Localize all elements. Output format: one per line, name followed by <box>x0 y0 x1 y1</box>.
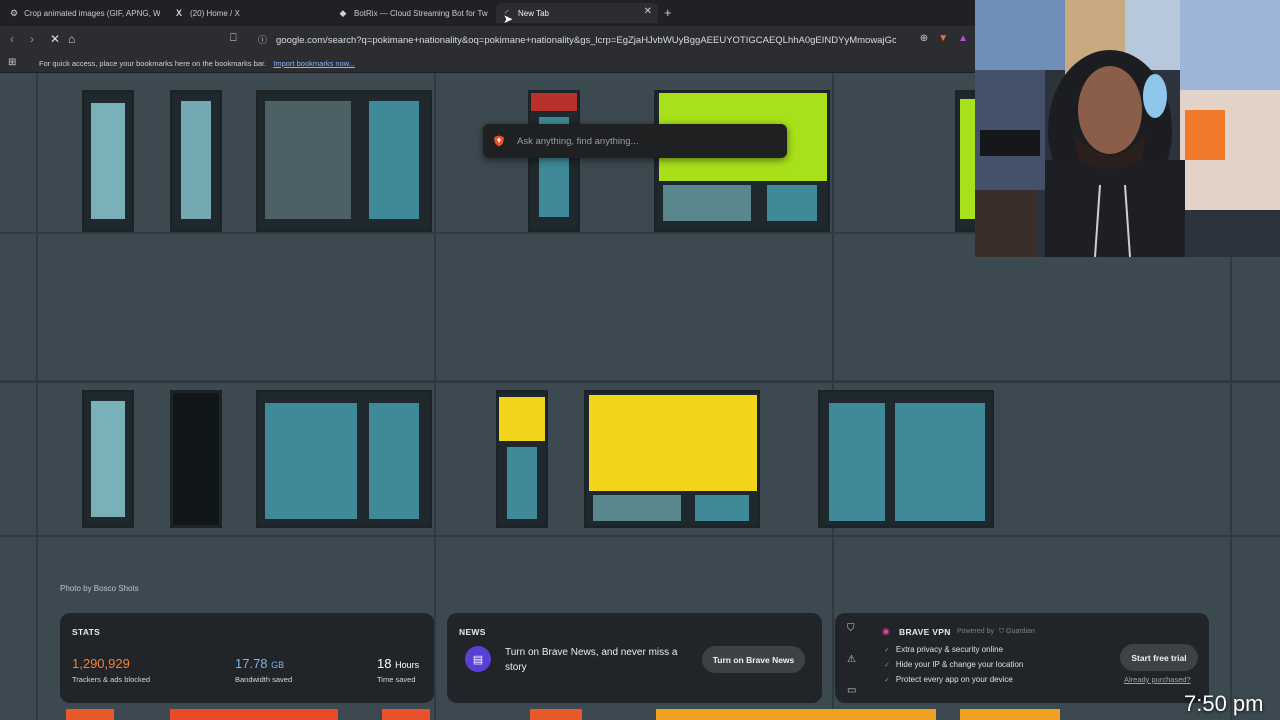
new-tab-button[interactable]: + <box>664 5 672 20</box>
news-icon: ▤ <box>465 646 491 672</box>
time-unit: Hours <box>395 660 420 670</box>
bookmarks-bar: ⊞ For quick access, place your bookmarks… <box>0 54 975 73</box>
home-icon[interactable]: ⌂ <box>68 32 75 46</box>
news-title: NEWS <box>459 627 486 637</box>
brave-shields-icon[interactable]: ▼ <box>938 33 948 44</box>
webcam-feed <box>975 0 1280 257</box>
bandwidth-value: 17.78 <box>235 656 268 671</box>
already-purchased-link[interactable]: Already purchased? <box>1124 675 1191 684</box>
zoom-icon[interactable]: ⊕ <box>920 33 928 44</box>
stop-icon[interactable]: ✕ <box>50 32 60 46</box>
check-icon: ✓ <box>884 647 890 654</box>
vpn-feature-label: Protect every app on your device <box>895 675 1013 684</box>
vpn-feature-label: Extra privacy & security online <box>895 645 1004 654</box>
screen-icon[interactable]: ▭ <box>847 685 856 696</box>
tab-title: Crop animated images (GIF, APNG, W <box>24 8 160 18</box>
check-icon: ✓ <box>884 662 890 669</box>
time-label: Time saved <box>377 675 416 684</box>
stats-title: STATS <box>72 627 101 637</box>
brave-logo-icon <box>494 135 504 147</box>
back-icon[interactable]: ‹ <box>10 32 14 46</box>
close-tab-icon[interactable]: ✕ <box>644 6 652 17</box>
photo-bottom-strip <box>530 709 582 720</box>
bandwidth-label: Bandwidth saved <box>235 675 293 684</box>
stream-clock: 7:50 pm <box>1184 691 1264 716</box>
photo-bottom-strip <box>382 709 430 720</box>
webcam-overlay <box>975 0 1280 257</box>
photo-bottom-strip <box>66 709 114 720</box>
tab-title: New Tab <box>518 8 549 18</box>
brave-rewards-icon[interactable]: ▲ <box>958 33 968 44</box>
bookmarks-message: For quick access, place your bookmarks h… <box>39 59 267 68</box>
time-value: 18 <box>377 656 392 671</box>
turn-on-news-button[interactable]: Turn on Brave News <box>702 646 805 673</box>
vpn-title: BRAVE VPN <box>899 627 951 637</box>
tab-title: BotRix — Cloud Streaming Bot for Tw <box>354 8 488 18</box>
photo-credit[interactable]: Photo by Bosco Shots <box>60 584 139 593</box>
forward-icon[interactable]: › <box>30 32 34 46</box>
guardian-text: Guardian <box>1006 628 1035 635</box>
trackers-value: 1,290,929 <box>72 656 130 671</box>
bookmark-icon[interactable]: ⎕ <box>230 32 237 45</box>
trackers-label: Trackers & ads blocked <box>72 675 151 684</box>
mouse-cursor-icon: ➤ <box>503 12 514 26</box>
guardian-logo-icon: ⛉ <box>998 628 1005 635</box>
search-box[interactable] <box>483 124 787 158</box>
tab-new-tab[interactable]: ◜ New Tab ✕ <box>496 3 658 23</box>
vpn-feature-item: ✓ Protect every app on your device <box>884 675 1013 684</box>
import-bookmarks-link[interactable]: Import bookmarks now... <box>273 59 355 68</box>
bandwidth-unit: GB <box>271 660 285 670</box>
start-free-trial-button[interactable]: Start free trial <box>1120 644 1198 671</box>
url-text: google.com/search?q=pokimane+nationality… <box>276 34 896 46</box>
check-icon: ✓ <box>884 677 890 684</box>
address-bar[interactable]: ⓘ google.com/search?q=pokimane+nationali… <box>252 30 972 50</box>
tab-x-home[interactable]: X (20) Home / X <box>174 3 324 23</box>
apps-grid-icon[interactable]: ⊞ <box>8 57 16 68</box>
vpn-feature-item: ✓ Hide your IP & change your location <box>884 660 1023 669</box>
news-text: Turn on Brave News, and never miss a sto… <box>505 647 678 673</box>
photo-bottom-strip <box>170 709 338 720</box>
toolbar: ‹ › ✕ ⌂ ⎕ ⓘ google.com/search?q=pokimane… <box>0 26 975 54</box>
vpn-logo-icon: ◉ <box>882 626 890 636</box>
vpn-feature-label: Hide your IP & change your location <box>895 660 1024 669</box>
tab-botrix[interactable]: ◆ BotRix — Cloud Streaming Bot for Tw <box>338 3 488 23</box>
photo-bottom-strip <box>960 709 1060 720</box>
photo-bottom-strip <box>656 709 936 720</box>
vpn-feature-item: ✓ Extra privacy & security online <box>884 645 1003 654</box>
botrix-icon: ◆ <box>339 7 347 18</box>
tab-ezgif[interactable]: ⚙ Crop animated images (GIF, APNG, W <box>10 3 160 23</box>
tab-bar: ⚙ Crop animated images (GIF, APNG, W X (… <box>0 0 975 26</box>
ezgif-icon: ⚙ <box>10 7 19 18</box>
vpn-powered-by: Powered by ⛉ Guardian <box>957 628 1035 636</box>
x-icon: X <box>175 8 182 18</box>
tab-title: (20) Home / X <box>190 8 240 18</box>
search-input[interactable] <box>515 134 779 148</box>
stats-widget: STATS 1,290,929 Trackers & ads blocked 1… <box>60 613 434 703</box>
powered-by-text: Powered by <box>957 628 994 635</box>
site-info-icon[interactable]: ⓘ <box>258 33 267 46</box>
shield-icon[interactable]: ⛉ <box>847 623 855 634</box>
warning-icon[interactable]: ⚠ <box>847 654 856 665</box>
